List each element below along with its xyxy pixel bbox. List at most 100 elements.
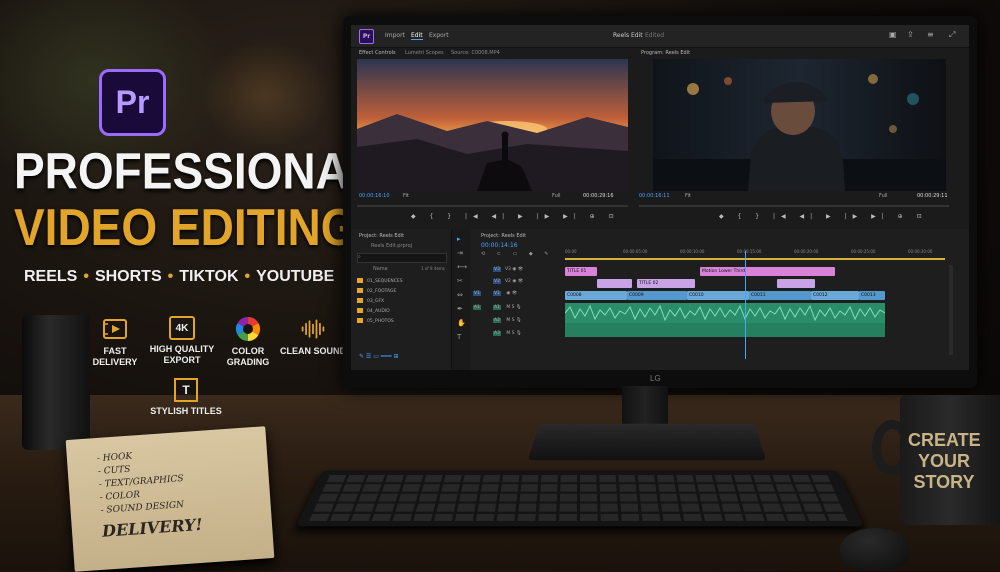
project-folder-item[interactable]: 05_PHOTOS [357, 318, 394, 324]
hand-tool-icon[interactable]: ✋ [457, 319, 466, 327]
project-folder-item[interactable]: 02_FOOTAGE [357, 288, 396, 294]
tools-panel: ▸ ⇥ ⟷ ✂ ⇔ ✒ ✋ T [452, 229, 470, 370]
feature-label: STYLISH TITLES [150, 406, 222, 416]
monitor-base [527, 423, 767, 461]
track-headers: V3 V3 ◉ 👁 V2 V2 ◉ 👁 V1 V1 ◉ 👁 A1 A1 M S 🎙 A2… [471, 265, 563, 365]
notebook-line: - CUTS [97, 464, 131, 477]
tab-edit[interactable]: Edit [411, 32, 423, 40]
source-viewer[interactable] [357, 59, 628, 191]
platform-youtube: YOUTUBE [256, 268, 335, 285]
tab-source[interactable]: Source: C0008.MP4 [451, 50, 500, 56]
selection-tool-icon[interactable]: ▸ [457, 235, 461, 243]
monitor-stand [622, 386, 668, 424]
menu-icon[interactable]: ≡ [927, 30, 934, 39]
project-folder-item[interactable]: 01_SEQUENCES [357, 278, 403, 284]
mug-text: CREATE YOUR STORY [908, 430, 981, 492]
tab-program[interactable]: Program: Reels Edit [641, 50, 690, 56]
pen-tool-icon[interactable]: ✒ [457, 305, 463, 313]
premiere-logo-icon: Pr [99, 69, 166, 136]
video-clip[interactable]: C0010 [687, 291, 749, 300]
tab-export[interactable]: Export [429, 32, 449, 39]
program-transport-controls[interactable]: ◆ { } |◀ ◀| ▶ |▶ ▶| ⊕ ⊡ [719, 213, 928, 220]
folder-icon [357, 288, 363, 293]
video-clip[interactable]: C0011 [749, 291, 811, 300]
project-footer-tools[interactable]: ✎ ☰ ▭ ━━━ ⊞ [359, 353, 399, 360]
timeline-tab[interactable]: Project: Reels Edit [481, 233, 526, 239]
source-timecode-right[interactable]: 00:00:29:16 [583, 193, 614, 199]
track-a1[interactable]: A1 A1 M S 🎙 [473, 305, 522, 310]
track-a3[interactable]: A3 M S 🎙 [493, 331, 522, 336]
notebook-line: - TEXT/GRAPHICS [98, 474, 184, 490]
folder-icon [357, 298, 363, 303]
track-v1[interactable]: V1 V1 ◉ 👁 [473, 291, 517, 296]
timeline-toolbar[interactable]: ⟲ ⊂ ▭ ◆ ✎ [481, 251, 554, 257]
project-panel-tab[interactable]: Project: Reels Edit [359, 233, 404, 239]
track-a2[interactable]: A2 M S 🎙 [493, 318, 522, 323]
source-full-select[interactable]: Full [552, 193, 561, 199]
folder-icon [357, 318, 363, 323]
premiere-window: Pr Import Edit Export Reels Edit - Edite… [351, 25, 969, 370]
title-clip[interactable]: TITLE 01 [565, 267, 597, 276]
program-full-select[interactable]: Full [879, 193, 888, 199]
project-col-name[interactable]: Name [373, 266, 388, 272]
lamp-glow [200, 40, 330, 150]
source-fit-select[interactable]: Fit [403, 193, 409, 199]
video-clip[interactable]: C0013 [859, 291, 885, 300]
notebook: - HOOK - CUTS - TEXT/GRAPHICS - COLOR - … [65, 426, 275, 572]
fullscreen-icon[interactable]: ⤢ [949, 30, 955, 40]
playhead[interactable] [745, 251, 746, 359]
headline-line2: VIDEO EDITING [14, 197, 357, 257]
folder-icon [357, 278, 363, 283]
platform-reels: REELS [24, 268, 78, 285]
folder-icon [357, 308, 363, 313]
audio-clip-a1[interactable] [565, 303, 885, 323]
slip-tool-icon[interactable]: ⇔ [457, 291, 463, 299]
timeline-timecode[interactable]: 00:00:14:16 [481, 242, 518, 249]
program-scrubber[interactable] [639, 205, 949, 207]
source-transport-controls[interactable]: ◆ { } |◀ ◀| ▶ |▶ ▶| ⊕ ⊡ [411, 213, 620, 220]
platform-tiktok: TIKTOK [179, 268, 239, 285]
text-tool-icon: T [174, 378, 198, 402]
mouse [840, 528, 910, 570]
source-timecode-left[interactable]: 00:00:16:10 [359, 193, 390, 199]
platform-shorts: SHORTS [94, 268, 162, 285]
project-search-input[interactable]: ⌕ [357, 253, 447, 263]
title-clip[interactable]: Motion Lower Third [700, 267, 835, 276]
track-v3[interactable]: V3 V3 ◉ 👁 [493, 267, 523, 272]
app-header: Pr Import Edit Export Reels Edit - Edite… [351, 25, 969, 48]
feature-titles: T STYLISH TITLES [144, 378, 228, 417]
ripple-tool-icon[interactable]: ⟷ [457, 263, 467, 271]
project-folder-item[interactable]: 03_GFX [357, 298, 384, 304]
project-folder-item[interactable]: 04_AUDIO [357, 308, 390, 314]
app-logo-icon[interactable]: Pr [359, 29, 374, 44]
notebook-final: DELIVERY! [101, 514, 204, 541]
source-scrubber[interactable] [357, 205, 628, 207]
track-select-tool-icon[interactable]: ⇥ [457, 249, 463, 257]
workspace-icon[interactable]: ▣ [889, 30, 897, 39]
track-v2[interactable]: V2 V2 ◉ 👁 [493, 279, 523, 284]
video-clip[interactable]: C0008 [565, 291, 627, 300]
4k-icon: 4K [169, 316, 195, 340]
type-tool-icon[interactable]: T [457, 333, 461, 341]
notebook-line: - HOOK [96, 451, 133, 464]
program-viewer[interactable] [653, 59, 946, 191]
timeline-tracks-area[interactable]: TITLE 01 Motion Lower Third TITLE 02 C00… [565, 251, 945, 365]
video-clip[interactable]: C0012 [811, 291, 859, 300]
program-fit-select[interactable]: Fit [685, 193, 691, 199]
headline-line1: PROFESSIONAL [14, 142, 377, 200]
tab-effect-controls[interactable]: Effect Controls [359, 50, 396, 56]
title-clip[interactable] [597, 279, 632, 288]
audio-clip-a2[interactable] [565, 323, 885, 337]
program-timecode-left[interactable]: 00:00:16:11 [639, 193, 670, 199]
share-icon[interactable]: ⇪ [907, 30, 914, 39]
video-clip[interactable]: C0009 [627, 291, 687, 300]
work-area-bar[interactable] [565, 258, 945, 260]
timeline-scrollbar[interactable] [949, 265, 953, 355]
tab-lumetri[interactable]: Lumetri Scopes [405, 50, 444, 56]
razor-tool-icon[interactable]: ✂ [457, 277, 463, 285]
title-clip[interactable] [777, 279, 815, 288]
title-clip[interactable]: TITLE 02 [637, 279, 695, 288]
tab-import[interactable]: Import [385, 32, 405, 39]
document-status: Edited [645, 32, 665, 39]
program-timecode-right[interactable]: 00:00:29:11 [917, 193, 948, 199]
